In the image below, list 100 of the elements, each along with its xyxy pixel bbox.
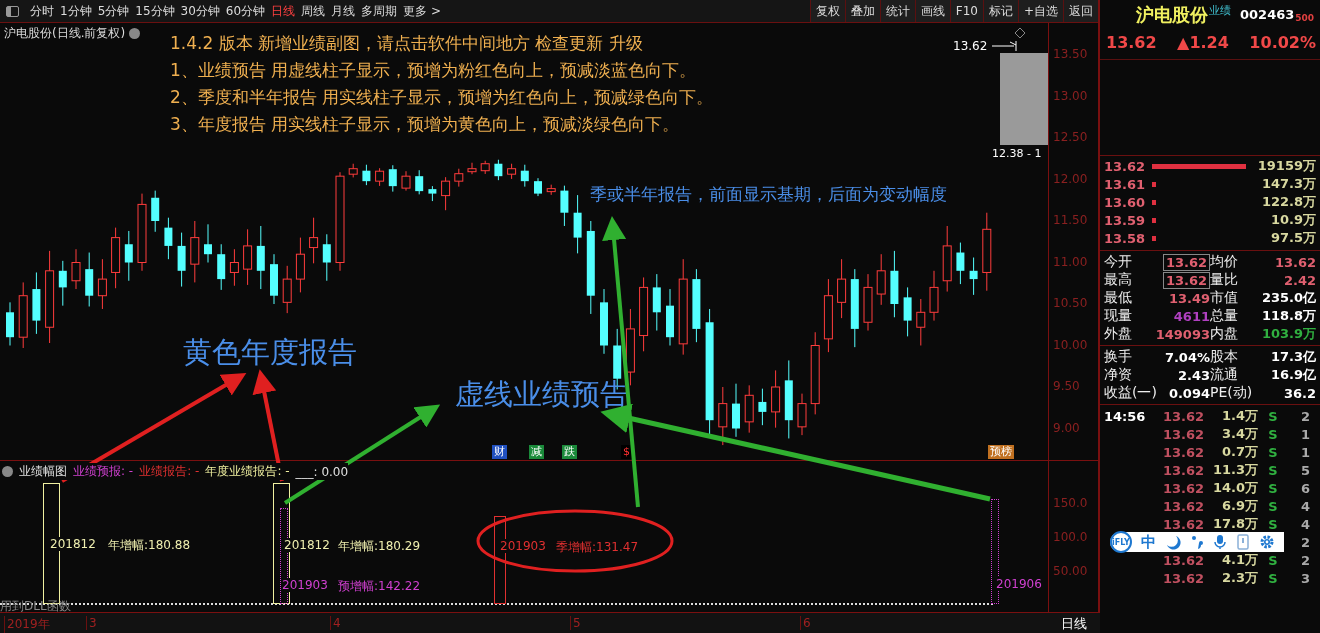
change-label: 年增幅:180.88	[108, 537, 191, 554]
tick-price: 13.62	[1162, 498, 1204, 514]
tick-side: S	[1268, 444, 1278, 460]
candle	[863, 273, 873, 332]
period-tab[interactable]: 更多 >	[400, 2, 444, 20]
period-tab[interactable]: 日线	[268, 2, 299, 20]
dropdown-icon[interactable]	[129, 28, 141, 39]
candle	[229, 248, 239, 287]
tick-volume: 1.4万	[1221, 408, 1258, 423]
notice-line: 3、年度报告 用实线柱子显示，预增为黄色向上，预减淡绿色向下。	[170, 113, 681, 136]
toolbar-button[interactable]: 画线	[914, 0, 950, 22]
legend-item: 业绩报告: -	[139, 463, 200, 480]
ime-logo[interactable]: iFLY	[1110, 531, 1132, 553]
punctuation-icon[interactable]	[1190, 534, 1204, 550]
candle	[282, 265, 292, 314]
ime-mode-toggle[interactable]: 中	[1141, 532, 1156, 552]
candle	[256, 225, 265, 290]
stat-label: 收益(一)	[1104, 384, 1158, 402]
event-marker[interactable]: 财	[492, 445, 507, 459]
legend-item: 业绩预报: -	[73, 463, 134, 480]
candle	[797, 393, 807, 436]
toolbar-button[interactable]: 统计	[879, 0, 915, 22]
period-label: 201812	[284, 538, 330, 552]
event-marker[interactable]: $	[621, 445, 632, 459]
tick-volume: 3.4万	[1221, 426, 1258, 441]
toolbar-button[interactable]: 标记	[982, 0, 1018, 22]
toolbar-button[interactable]: 返回	[1063, 0, 1098, 22]
event-marker[interactable]: 预榜	[988, 445, 1014, 459]
period-tab[interactable]: 1分钟	[57, 2, 95, 20]
stat-label: 均价	[1210, 253, 1239, 271]
candle	[204, 223, 212, 263]
tick-side: S	[1268, 570, 1278, 586]
event-marker[interactable]: 跌	[562, 445, 577, 459]
date-label: 4	[330, 616, 341, 630]
tick-side: S	[1268, 516, 1278, 532]
microphone-icon[interactable]	[1213, 534, 1227, 550]
toolbar-button[interactable]: 复权	[809, 0, 845, 22]
period-tab[interactable]: 15分钟	[132, 2, 178, 20]
change-label: 季增幅:131.47	[556, 539, 639, 556]
high-price-label: 13.62	[953, 39, 988, 53]
tick-count: 3	[1299, 570, 1310, 586]
bid-volume: 147.3万	[1260, 175, 1316, 193]
collapse-icon[interactable]	[2, 466, 13, 477]
change-label: 预增幅:142.22	[338, 578, 421, 595]
tick-price: 13.62	[1162, 444, 1204, 460]
tick-price: 13.62	[1162, 462, 1204, 478]
tick-time: 14:56	[1104, 408, 1147, 424]
moon-icon[interactable]	[1165, 534, 1181, 550]
low-price-label: 12.38 - 1	[992, 147, 1042, 160]
period-tab[interactable]: 60分钟	[222, 2, 269, 20]
last-price: 13.62	[1106, 33, 1157, 54]
candle	[32, 271, 41, 335]
period-label: 日线	[1061, 614, 1087, 633]
candle	[956, 242, 965, 285]
axis-label: 11.00	[1053, 254, 1088, 269]
tick-count: 4	[1299, 498, 1310, 514]
code-suffix: 500	[1295, 13, 1315, 23]
period-tab[interactable]: 月线	[328, 2, 359, 20]
stock-tag[interactable]: 业绩	[1209, 3, 1231, 18]
candle	[480, 160, 490, 175]
stat-value: 17.3亿	[1270, 348, 1316, 366]
price-change: ▲1.24	[1177, 33, 1229, 54]
stat-value: 13.62	[1162, 253, 1210, 271]
toolbar-button[interactable]: F10	[949, 0, 983, 22]
axis-label: 13.00	[1053, 88, 1088, 103]
toolbar-button[interactable]: 叠加	[844, 0, 880, 22]
period-label: 201903	[500, 539, 546, 553]
stat-value: 13.62	[1162, 271, 1210, 289]
candle	[97, 258, 107, 310]
notice-line: 1.4.2 版本 新增业绩副图，请点击软件中间地方 检查更新 升级	[170, 32, 644, 55]
event-marker[interactable]: 减	[529, 445, 544, 459]
stat-label: 量比	[1210, 271, 1239, 289]
candle	[85, 252, 94, 307]
bid-volume: 19159万	[1256, 157, 1316, 175]
candle	[837, 258, 847, 319]
stat-value: 2.43	[1177, 367, 1210, 383]
period-tab[interactable]: 多周期	[358, 2, 401, 20]
notice-line: 2、季度和半年报告 用实线柱子显示，预增为红色向上，预减绿色向下。	[170, 86, 714, 109]
candle	[217, 243, 226, 291]
candle	[362, 164, 371, 186]
annotation-text: 黄色年度报告	[183, 334, 357, 371]
period-tab[interactable]: 5分钟	[94, 2, 133, 20]
period-tab[interactable]: 30分钟	[177, 2, 223, 20]
toolbar-button[interactable]: +自选	[1017, 0, 1063, 22]
tick-price: 13.62	[1162, 552, 1204, 568]
period-label: 201903	[282, 578, 328, 592]
stat-value: 4611	[1173, 308, 1210, 324]
stat-label: 最高	[1104, 271, 1133, 289]
tick-count: 6	[1299, 480, 1310, 496]
candle	[666, 288, 674, 346]
period-tab[interactable]: 分时	[27, 2, 57, 20]
period-tab[interactable]: 周线	[298, 2, 329, 20]
axis-label: 100.0	[1053, 530, 1088, 544]
settings-icon[interactable]	[1259, 534, 1275, 550]
stat-label: 市值	[1210, 289, 1239, 307]
stat-label: 现量	[1104, 307, 1133, 325]
diamond-icon[interactable]	[1014, 27, 1026, 39]
panel-toggle-icon[interactable]	[6, 5, 19, 17]
axis-label: 50.00	[1053, 564, 1088, 578]
axis-label: 10.50	[1053, 296, 1088, 310]
